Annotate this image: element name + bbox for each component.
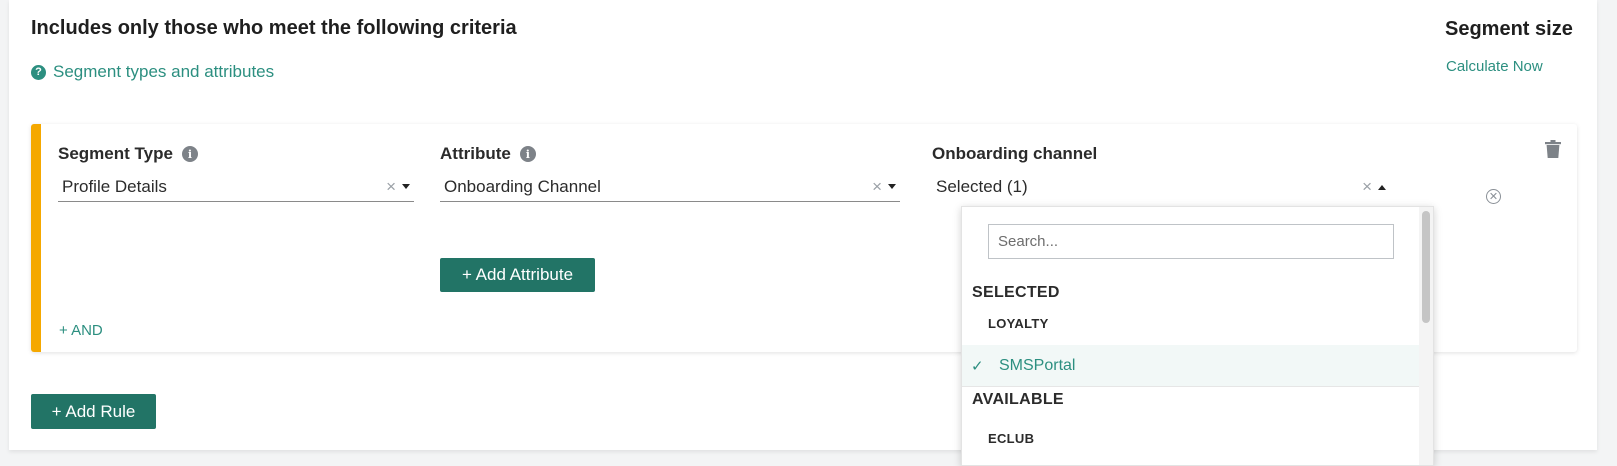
attribute-value: Onboarding Channel bbox=[444, 176, 601, 196]
attribute-select[interactable]: Onboarding Channel × bbox=[440, 172, 900, 202]
trash-icon[interactable] bbox=[1545, 140, 1561, 158]
clear-icon[interactable]: × bbox=[872, 177, 882, 197]
segment-size-title: Segment size bbox=[1445, 18, 1573, 40]
segment-type-label-text: Segment Type bbox=[58, 144, 173, 163]
attribute-label: Attribute i bbox=[440, 144, 536, 164]
onboarding-channel-value: Selected (1) bbox=[936, 177, 1028, 196]
channel-options-dropdown: SELECTED LOYALTY ✓ SMSPortal AVAILABLE E… bbox=[961, 206, 1434, 466]
add-and-condition-link[interactable]: + AND bbox=[59, 322, 103, 339]
option-label: SMSPortal bbox=[999, 356, 1076, 374]
info-icon[interactable]: i bbox=[181, 146, 198, 162]
available-heading: AVAILABLE bbox=[972, 391, 1064, 408]
calculate-now-link[interactable]: Calculate Now bbox=[1446, 58, 1543, 75]
dropdown-search-input[interactable] bbox=[988, 224, 1394, 259]
add-rule-button[interactable]: + Add Rule bbox=[31, 394, 156, 429]
onboarding-channel-select[interactable]: Selected (1) × bbox=[932, 172, 1390, 202]
onboarding-channel-label: Onboarding channel bbox=[932, 144, 1098, 163]
info-icon[interactable]: i bbox=[519, 146, 536, 162]
segment-type-value: Profile Details bbox=[62, 176, 167, 196]
segment-type-label: Segment Type i bbox=[58, 144, 198, 164]
attribute-label-text: Attribute bbox=[440, 144, 511, 163]
chevron-down-icon[interactable] bbox=[402, 184, 410, 189]
selected-heading: SELECTED bbox=[972, 284, 1060, 301]
option-group-label: LOYALTY bbox=[988, 316, 1049, 331]
help-link-label: Segment types and attributes bbox=[53, 62, 275, 81]
chevron-up-icon[interactable] bbox=[1378, 184, 1386, 190]
clear-icon[interactable]: × bbox=[386, 177, 396, 197]
dropdown-scrollbar[interactable] bbox=[1419, 207, 1433, 465]
add-attribute-button[interactable]: + Add Attribute bbox=[440, 258, 595, 292]
close-circle-icon[interactable]: ✕ bbox=[1486, 189, 1501, 204]
option-item-smsportal[interactable]: ✓ SMSPortal bbox=[962, 345, 1421, 387]
criteria-title: Includes only those who meet the followi… bbox=[31, 17, 517, 39]
segment-types-help-link[interactable]: ? Segment types and attributes bbox=[31, 62, 274, 82]
chevron-down-icon[interactable] bbox=[888, 184, 896, 189]
option-group-label: ECLUB bbox=[988, 431, 1035, 446]
scrollbar-thumb[interactable] bbox=[1422, 211, 1430, 323]
question-circle-icon: ? bbox=[31, 64, 46, 80]
check-icon: ✓ bbox=[971, 357, 984, 375]
segment-type-select[interactable]: Profile Details × bbox=[58, 172, 414, 202]
clear-icon[interactable]: × bbox=[1362, 177, 1372, 197]
